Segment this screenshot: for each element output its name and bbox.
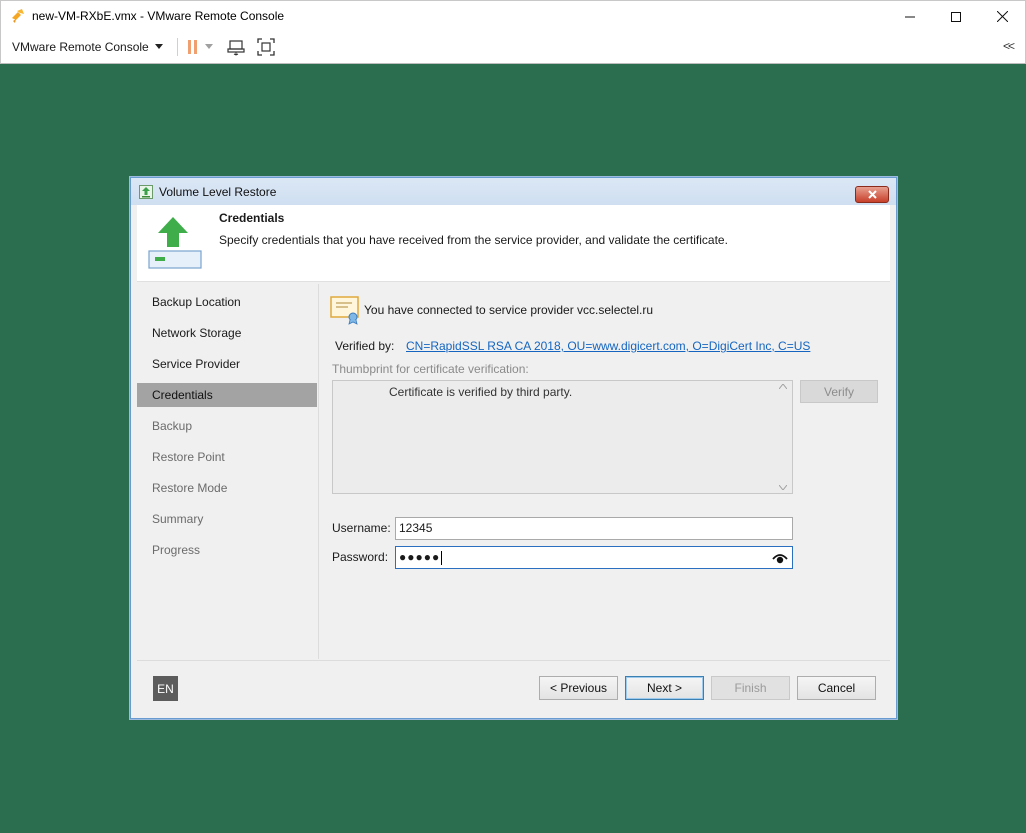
step-network-storage[interactable]: Network Storage [137,321,317,345]
step-restore-point: Restore Point [152,450,225,464]
thumbprint-label: Thumbprint for certificate verification: [332,362,529,376]
dialog-titlebar: Volume Level Restore [131,178,896,205]
certificate-issuer-link[interactable]: CN=RapidSSL RSA CA 2018, OU=www.digicert… [406,339,810,353]
previous-button[interactable]: < Previous [539,676,618,700]
credentials-panel: You have connected to service provider v… [318,284,890,659]
send-ctrl-alt-del-icon[interactable] [227,38,245,56]
certificate-icon [330,296,359,325]
scroll-up-icon[interactable] [779,384,787,389]
wizard-header: Credentials Specify credentials that you… [137,205,890,282]
collapse-toolbar-button[interactable]: << [1003,39,1015,53]
thumbprint-text: Certificate is verified by third party. [389,385,573,399]
step-backup: Backup [152,419,193,433]
connected-provider-text: You have connected to service provider v… [364,303,654,317]
verified-by-label: Verified by: [335,339,395,353]
close-icon [867,190,877,199]
minimize-button[interactable] [887,1,933,32]
close-window-button[interactable] [979,1,1025,32]
vmware-logo-icon [12,9,24,23]
thumbprint-textarea[interactable]: Certificate is verified by third party. [332,380,793,494]
language-indicator[interactable]: EN [153,676,178,701]
console-toolbar: VMware Remote Console << [0,31,1026,64]
restore-app-icon [139,184,153,199]
step-progress: Progress [152,543,201,557]
minimize-icon [905,16,915,17]
chevron-down-icon [154,44,163,49]
restore-upload-icon [148,217,202,269]
maximize-button[interactable] [933,1,979,32]
username-label: Username: [332,521,391,535]
cancel-button[interactable]: Cancel [797,676,876,700]
password-input[interactable]: ●●●●● [395,546,793,569]
fullscreen-icon[interactable] [257,38,275,56]
password-label: Password: [332,550,389,564]
dialog-title: Volume Level Restore [159,184,277,199]
step-summary: Summary [152,512,204,526]
step-title: Credentials [219,211,285,225]
dialog-close-button[interactable] [855,186,889,203]
next-button[interactable]: Next > [625,676,704,700]
wizard-footer: EN < Previous Next > Finish Cancel [137,660,890,713]
chevron-down-icon[interactable] [204,44,213,50]
step-description: Specify credentials that you have receiv… [219,233,728,247]
pause-icon[interactable] [187,40,197,54]
maximize-icon [951,11,961,22]
finish-button: Finish [711,676,790,700]
text-caret [441,550,443,565]
vmrc-menu-label: VMware Remote Console [12,40,149,54]
connection-status: You have connected to service provider v… [330,295,653,325]
password-value: ●●●●● [399,550,441,564]
window-title: new-VM-RXbE.vmx - VMware Remote Console [32,9,285,23]
close-icon [996,11,1008,22]
step-service-provider[interactable]: Service Provider [137,352,317,376]
vmrc-menu[interactable]: VMware Remote Console [12,40,163,54]
volume-level-restore-dialog: Volume Level Restore Credentials Specify… [130,177,897,719]
window-titlebar: new-VM-RXbE.vmx - VMware Remote Console [0,0,1026,31]
thumbprint-scrollbar[interactable] [775,381,792,493]
wizard-steps: Backup Location Network Storage Service … [137,284,317,659]
username-value: 12345 [399,521,433,535]
username-input[interactable]: 12345 [395,517,793,540]
step-credentials[interactable]: Credentials [137,383,317,407]
verify-button[interactable]: Verify [800,380,878,403]
step-restore-mode: Restore Mode [152,481,228,495]
scroll-down-icon[interactable] [779,485,787,490]
step-backup-location[interactable]: Backup Location [137,290,317,314]
toolbar-divider [176,38,178,56]
eye-icon[interactable] [772,551,788,565]
